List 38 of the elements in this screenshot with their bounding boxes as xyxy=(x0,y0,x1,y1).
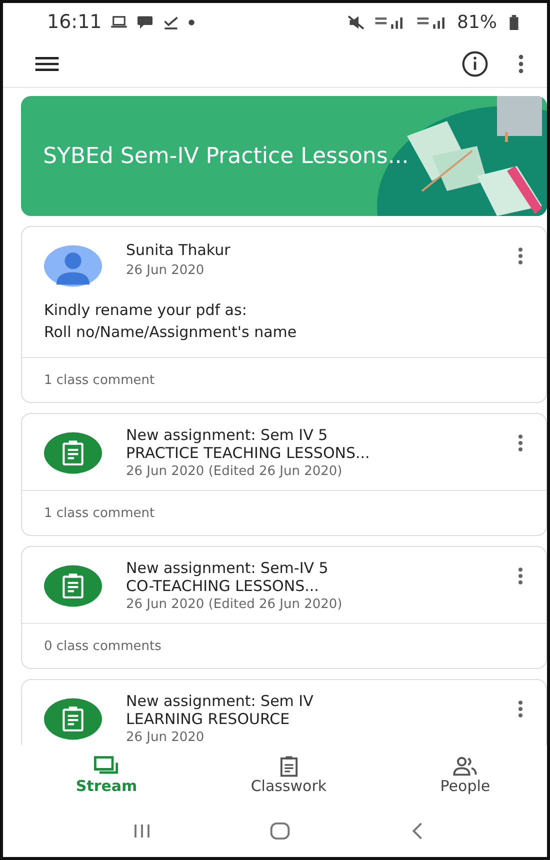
post-date: 26 Jun 2020 (Edited 26 Jun 2020) xyxy=(126,463,344,481)
nav-tab[interactable]: Classwork xyxy=(242,753,335,797)
author-name: Sunita Thakur xyxy=(126,240,232,261)
more-options-icon[interactable] xyxy=(517,52,525,76)
more-options-icon[interactable] xyxy=(517,698,524,720)
post-text: Roll no/Name/Assignment's name xyxy=(44,322,298,343)
post-date: 26 Jun 2020 xyxy=(126,729,206,745)
more-options-icon[interactable] xyxy=(517,432,524,454)
class-comments-link[interactable]: 1 class comment xyxy=(44,372,155,388)
assignment-title[interactable]: LEARNING RESOURCE xyxy=(126,710,493,728)
nav-tab[interactable]: Stream xyxy=(68,753,146,797)
notification-dot-icon xyxy=(188,18,195,26)
assignment-icon xyxy=(44,432,102,474)
laptop-icon xyxy=(110,14,128,30)
more-options-icon[interactable] xyxy=(517,245,524,267)
status-time: 16:11 xyxy=(47,11,102,33)
people-icon xyxy=(452,755,478,777)
class-title: SYBEd Sem-IV Practice Lessons... xyxy=(43,144,409,168)
assignment-title[interactable]: New assignment: Sem-IV 5 xyxy=(126,559,493,577)
post-date: 26 Jun 2020 xyxy=(126,262,206,280)
battery-level: 81% xyxy=(456,12,497,32)
assignment-title[interactable]: CO-TEACHING LESSONS... xyxy=(126,577,493,595)
more-options-icon[interactable] xyxy=(517,565,524,587)
post-date: 26 Jun 2020 (Edited 26 Jun 2020) xyxy=(126,596,344,614)
class-comments-link[interactable]: 0 class comments xyxy=(44,638,162,654)
assignment-icon xyxy=(44,565,102,607)
info-icon[interactable] xyxy=(461,50,489,78)
assignment-title[interactable]: New assignment: Sem IV 5 xyxy=(126,426,493,444)
avatar-icon xyxy=(44,245,102,287)
post-text: Kindly rename your pdf as: xyxy=(44,300,248,321)
nav-tab[interactable]: People xyxy=(432,753,498,797)
download-check-icon xyxy=(162,14,180,30)
class-comments-link[interactable]: 1 class comment xyxy=(44,506,155,520)
chat-icon xyxy=(136,14,154,30)
assignment-title[interactable]: PRACTICE TEACHING LESSONS... xyxy=(126,444,493,462)
mute-icon xyxy=(346,14,365,30)
assignment-title[interactable]: New assignment: Sem IV xyxy=(126,692,493,710)
assignment-icon xyxy=(44,698,102,740)
